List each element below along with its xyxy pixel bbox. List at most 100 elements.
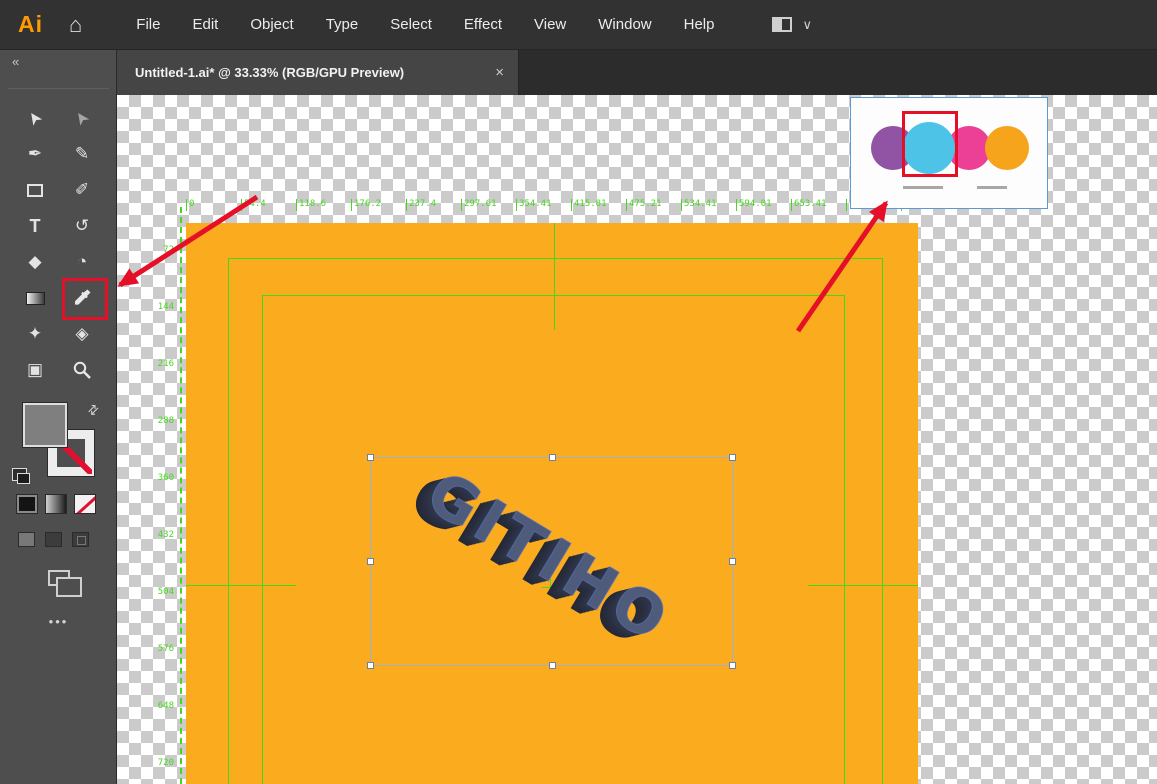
screen-mode-icon[interactable] <box>48 570 70 586</box>
shape-builder-tool[interactable]: ◈ <box>64 316 100 352</box>
document-tab-title: Untitled-1.ai* @ 33.33% (RGB/GPU Preview… <box>135 65 404 80</box>
ruler-value: 0 <box>186 199 241 211</box>
caption-text-placeholder <box>903 186 943 189</box>
ruler-value: 576 <box>147 644 177 701</box>
center-guide-left-segment <box>186 585 296 586</box>
workspace-switcher[interactable]: ∨ <box>772 17 812 33</box>
rectangle-tool[interactable] <box>17 172 53 208</box>
menu-item[interactable]: File <box>120 8 176 41</box>
collapse-panel-icon[interactable]: « <box>12 54 17 69</box>
selection-handle[interactable] <box>729 662 736 669</box>
color-button[interactable] <box>16 494 38 514</box>
rotate-view-icon: ◔ <box>77 252 87 272</box>
menu-item[interactable]: Window <box>582 8 667 41</box>
ruler-value: 534.41 <box>681 199 736 211</box>
menu-item[interactable]: Object <box>234 8 309 41</box>
tool-grid: ➤ ➤ ✒ ✎ ✐ T ↺ ◆ ◔ ✦ ◈ ▣ <box>17 100 100 388</box>
rotate-icon: ↺ <box>75 216 89 236</box>
magnifier-icon <box>72 360 92 380</box>
selection-handle[interactable] <box>367 558 374 565</box>
menu-item[interactable]: Select <box>374 8 448 41</box>
left-ruler: 72144216288360432504576648720 <box>147 245 177 784</box>
draw-behind-button[interactable] <box>45 532 62 547</box>
ruler-value: 144 <box>147 302 177 359</box>
top-ruler: 054.4118.6176.2237.4297.61354.41415.8147… <box>186 193 956 207</box>
orange-circle <box>985 126 1029 170</box>
draw-mode-buttons <box>18 532 89 547</box>
menu-item[interactable]: Edit <box>176 8 234 41</box>
shaper-icon: ✦ <box>28 324 42 344</box>
gradient-button[interactable] <box>45 494 67 514</box>
paintbrush-tool[interactable]: ✐ <box>64 172 100 208</box>
direct-selection-tool[interactable]: ➤ <box>64 100 100 136</box>
menu-items: FileEditObjectTypeSelectEffectViewWindow… <box>120 8 730 41</box>
selection-handle[interactable] <box>367 662 374 669</box>
menu-item[interactable]: Type <box>310 8 375 41</box>
curvature-pen-icon: ✎ <box>75 144 89 164</box>
ruler-value: 118.6 <box>296 199 351 211</box>
selection-handle[interactable] <box>549 454 556 461</box>
ruler-value: 237.4 <box>406 199 461 211</box>
selection-handle[interactable] <box>367 454 374 461</box>
selection-handle[interactable] <box>549 662 556 669</box>
document-tab[interactable]: Untitled-1.ai* @ 33.33% (RGB/GPU Preview… <box>117 50 519 95</box>
none-button[interactable] <box>74 494 96 514</box>
rectangle-icon <box>27 184 43 197</box>
menu-item[interactable]: Effect <box>448 8 518 41</box>
ruler-value: 288 <box>147 416 177 473</box>
menu-item[interactable]: Help <box>668 8 731 41</box>
gradient-icon <box>26 292 45 305</box>
ruler-value: 720 <box>147 758 177 784</box>
caption-text-placeholder <box>977 186 1007 189</box>
artboard-tool[interactable]: ▣ <box>17 352 53 388</box>
canvas-pasteboard[interactable]: 054.4118.6176.2237.4297.61354.41415.8147… <box>117 95 1157 784</box>
selection-handle[interactable] <box>729 454 736 461</box>
draw-inside-button[interactable] <box>72 532 89 547</box>
vertical-guide-dashed <box>180 207 182 784</box>
zoom-tool[interactable] <box>64 352 100 388</box>
ruler-value: 176.2 <box>351 199 406 211</box>
shaper-tool[interactable]: ✦ <box>17 316 53 352</box>
ruler-value: 648 <box>147 701 177 758</box>
default-fill-stroke-icon[interactable] <box>12 468 27 481</box>
ruler-value: 653.41 <box>791 199 846 211</box>
ruler-value: 54.4 <box>241 199 296 211</box>
home-icon[interactable]: ⌂ <box>69 14 82 36</box>
close-icon[interactable]: × <box>495 64 504 81</box>
gradient-tool[interactable] <box>17 280 53 316</box>
ruler-value: 72 <box>147 245 177 302</box>
menu-item[interactable]: View <box>518 8 582 41</box>
highlight-box-eyedropper <box>62 278 108 320</box>
draw-normal-button[interactable] <box>18 532 35 547</box>
ruler-value: 594.01 <box>736 199 791 211</box>
selection-bounding-box[interactable] <box>370 457 733 666</box>
ruler-value: 360 <box>147 473 177 530</box>
document-tab-bar: Untitled-1.ai* @ 33.33% (RGB/GPU Preview… <box>117 50 1157 95</box>
rotate-tool[interactable]: ↺ <box>64 208 100 244</box>
eraser-icon: ◆ <box>28 252 41 272</box>
paintbrush-icon: ✐ <box>75 180 89 200</box>
selection-arrow-icon: ➤ <box>23 106 48 129</box>
swap-fill-stroke-icon[interactable]: ⇄ <box>84 400 103 419</box>
rotate-view-tool[interactable]: ◔ <box>64 244 100 280</box>
direct-selection-arrow-icon: ➤ <box>70 106 95 129</box>
selection-tool[interactable]: ➤ <box>17 100 53 136</box>
ruler-value: 354.41 <box>516 199 571 211</box>
chevron-down-icon: ∨ <box>802 17 812 33</box>
highlight-box-cyan-circle <box>902 111 958 177</box>
eraser-tool[interactable]: ◆ <box>17 244 53 280</box>
menu-bar: Ai ⌂ FileEditObjectTypeSelectEffectViewW… <box>0 0 1157 50</box>
ruler-value: 297.61 <box>461 199 516 211</box>
selection-handle[interactable] <box>729 558 736 565</box>
edit-toolbar-more-button[interactable]: ••• <box>0 614 117 629</box>
curvature-tool[interactable]: ✎ <box>64 136 100 172</box>
ruler-value: 216 <box>147 359 177 416</box>
divider <box>8 88 109 89</box>
workspace-icon <box>772 17 792 32</box>
fill-color-swatch[interactable] <box>22 402 68 448</box>
ruler-value: 432 <box>147 530 177 587</box>
color-type-buttons <box>16 494 96 514</box>
pen-tool[interactable]: ✒ <box>17 136 53 172</box>
artboard-icon: ▣ <box>27 360 43 380</box>
type-tool[interactable]: T <box>17 208 53 244</box>
